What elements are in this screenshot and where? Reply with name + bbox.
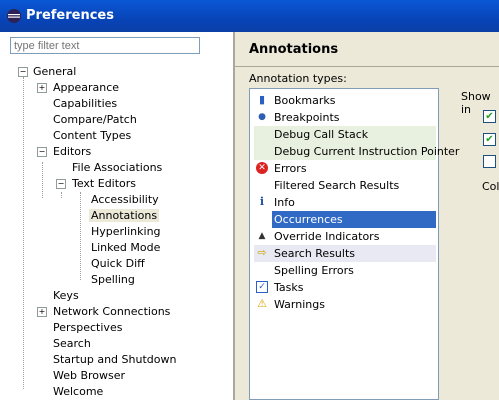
annotations-page: Annotations Annotation types: ▮ Bookmark… [235, 32, 499, 400]
list-item-breakpoints[interactable]: ● Breakpoints [254, 109, 436, 126]
list-item-override-indicators[interactable]: ▲ Override Indicators [254, 228, 436, 245]
show-in-checkbox-2[interactable]: ✔ [483, 133, 496, 146]
tree-item-editors[interactable]: Editors [53, 144, 91, 160]
warning-icon: ⚠ [257, 297, 267, 310]
tree-item-perspectives[interactable]: Perspectives [53, 320, 122, 336]
tree-item-network-connections[interactable]: Network Connections [53, 304, 170, 320]
page-title: Annotations [249, 42, 339, 57]
tree-item-compare-patch[interactable]: Compare/Patch [53, 112, 137, 128]
list-item-bookmarks[interactable]: ▮ Bookmarks [254, 92, 436, 109]
task-icon: ✓ [256, 281, 268, 293]
list-item-tasks[interactable]: ✓ Tasks [254, 279, 436, 296]
tree-item-file-associations[interactable]: File Associations [72, 160, 162, 176]
color-label: Colo [482, 180, 499, 193]
eclipse-logo-icon [7, 9, 21, 23]
tree-item-appearance[interactable]: Appearance [53, 80, 119, 96]
list-item-filtered-search-results[interactable]: Filtered Search Results [254, 177, 436, 194]
annotation-types-label: Annotation types: [249, 72, 347, 85]
tree-item-quick-diff[interactable]: Quick Diff [91, 256, 145, 272]
search-result-arrow-icon: ⇨ [257, 246, 267, 259]
tree-item-annotations[interactable]: Annotations [89, 208, 160, 224]
show-in-checkbox-1[interactable]: ✔ [483, 110, 496, 123]
annotation-types-list[interactable]: ▮ Bookmarks ● Breakpoints Debug Call Sta… [249, 88, 459, 400]
collapse-toggle-general[interactable]: − [18, 67, 28, 77]
tree-line [23, 77, 24, 389]
tree-item-keys[interactable]: Keys [53, 288, 79, 304]
tree-line [80, 192, 81, 280]
list-item-debug-call-stack[interactable]: Debug Call Stack [254, 126, 436, 143]
list-item-occurrences[interactable]: Occurrences [254, 211, 436, 228]
list-item-spelling-errors[interactable]: Spelling Errors [254, 262, 436, 279]
override-indicator-icon: ▲ [258, 231, 266, 241]
tree-item-content-types[interactable]: Content Types [53, 128, 131, 144]
expand-toggle-appearance[interactable]: + [37, 83, 47, 93]
title-bar: Preferences [0, 0, 499, 32]
filter-input[interactable] [10, 37, 200, 54]
tree-item-spelling[interactable]: Spelling [91, 272, 135, 288]
title-divider [235, 66, 499, 67]
list-item-warnings[interactable]: ⚠ Warnings [254, 296, 436, 313]
collapse-toggle-editors[interactable]: − [37, 147, 47, 157]
tree-item-accessibility[interactable]: Accessibility [91, 192, 159, 208]
info-icon: i [259, 195, 265, 208]
tree-item-text-editors[interactable]: Text Editors [72, 176, 136, 192]
error-icon: ✕ [256, 162, 268, 174]
tree-item-general[interactable]: General [33, 64, 76, 80]
bookmark-icon: ▮ [258, 93, 266, 106]
expand-toggle-network[interactable]: + [37, 307, 47, 317]
tree-item-hyperlinking[interactable]: Hyperlinking [91, 224, 161, 240]
list-item-errors[interactable]: ✕ Errors [254, 160, 436, 177]
tree-line [42, 162, 43, 198]
tree-item-welcome[interactable]: Welcome [53, 384, 103, 400]
preference-tree-panel: − General + Appearance Capabilities Comp… [0, 32, 235, 400]
tree-item-capabilities[interactable]: Capabilities [53, 96, 117, 112]
tree-item-search[interactable]: Search [53, 336, 91, 352]
collapse-toggle-text-editors[interactable]: − [56, 179, 66, 189]
breakpoint-icon: ● [258, 112, 266, 122]
tree-line [61, 192, 62, 198]
list-item-search-results[interactable]: ⇨ Search Results [254, 245, 436, 262]
list-item-debug-instruction-pointer[interactable]: Debug Current Instruction Pointer [254, 143, 459, 160]
window-title: Preferences [26, 8, 114, 23]
tree-item-web-browser[interactable]: Web Browser [53, 368, 125, 384]
show-in-checkbox-3[interactable] [483, 155, 496, 168]
tree-item-linked-mode[interactable]: Linked Mode [91, 240, 160, 256]
list-item-info[interactable]: i Info [254, 194, 436, 211]
tree-item-startup-shutdown[interactable]: Startup and Shutdown [53, 352, 176, 368]
